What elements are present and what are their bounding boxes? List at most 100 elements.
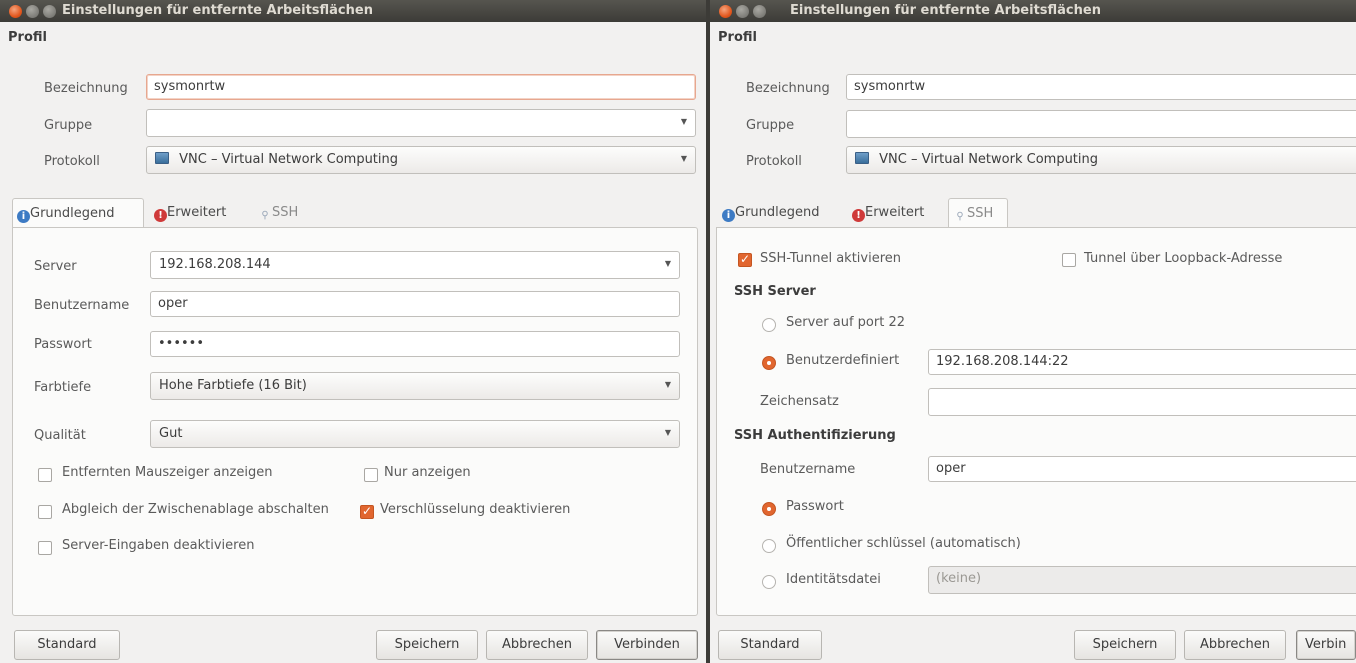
view-only-checkbox[interactable]: [364, 468, 378, 482]
error-icon: !: [852, 209, 865, 222]
ssh-tunnel-checkbox[interactable]: [738, 252, 752, 267]
close-window-button[interactable]: [719, 5, 732, 18]
tab-advanced[interactable]: ! Erweitert: [848, 198, 930, 228]
chevron-down-icon: ▼: [680, 117, 687, 126]
depth-label: Farbtiefe: [34, 380, 92, 395]
charset-combo[interactable]: [928, 388, 1356, 416]
auth-password-label: Passwort: [786, 499, 844, 514]
server-combo[interactable]: 192.168.208.144 ▼: [150, 251, 680, 279]
tab-advanced-label: Erweitert: [865, 205, 925, 220]
info-icon: i: [17, 210, 30, 223]
disable-clipboard-sync-checkbox[interactable]: [38, 505, 52, 519]
save-button[interactable]: Speichern: [376, 630, 478, 660]
minimize-window-button[interactable]: [26, 5, 39, 18]
titlebar: Einstellungen für entfernte Arbeitsfläch…: [0, 0, 706, 22]
chevron-down-icon: ▼: [664, 380, 671, 389]
auth-identity-radio[interactable]: [762, 575, 776, 589]
group-combo[interactable]: ▼: [146, 109, 696, 137]
tab-basic-label: Grundlegend: [735, 205, 820, 220]
ssh-auth-section-title: SSH Authentifizierung: [734, 428, 896, 443]
disable-server-input-checkbox[interactable]: [38, 541, 52, 555]
quality-combo[interactable]: Gut ▼: [150, 420, 680, 448]
custom-server-input[interactable]: 192.168.208.144:22: [928, 349, 1356, 375]
settings-window-left: Einstellungen für entfernte Arbeitsfläch…: [0, 0, 706, 663]
disable-server-input-label: Server-Eingaben deaktivieren: [62, 538, 255, 553]
password-input[interactable]: ••••••: [150, 331, 680, 357]
key-icon: ⚲: [956, 211, 964, 222]
disable-encryption-label: Verschlüsselung deaktivieren: [380, 502, 571, 517]
view-only-label: Nur anzeigen: [384, 465, 471, 480]
tab-advanced-label: Erweitert: [167, 205, 227, 220]
minimize-window-button[interactable]: [736, 5, 749, 18]
tab-ssh[interactable]: ⚲ SSH: [254, 198, 304, 228]
monitor-icon: [855, 152, 869, 164]
show-remote-cursor-checkbox[interactable]: [38, 468, 52, 482]
tab-basic-label: Grundlegend: [30, 206, 115, 221]
error-icon: !: [154, 209, 167, 222]
name-input[interactable]: sysmonrtw: [146, 74, 696, 100]
name-label: Bezeichnung: [746, 81, 830, 96]
identity-file-chooser[interactable]: (keine): [928, 566, 1356, 594]
server-port22-radio[interactable]: [762, 318, 776, 332]
save-button[interactable]: Speichern: [1074, 630, 1176, 660]
name-input[interactable]: sysmonrtw: [846, 74, 1356, 100]
username-label: Benutzername: [34, 298, 130, 313]
custom-server-radio[interactable]: [762, 356, 776, 370]
window-title: Einstellungen für entfernte Arbeitsfläch…: [790, 3, 1101, 18]
server-port22-label: Server auf port 22: [786, 315, 905, 330]
maximize-window-button[interactable]: [43, 5, 56, 18]
protocol-combo[interactable]: VNC – Virtual Network Computing: [846, 146, 1356, 174]
monitor-icon: [155, 152, 169, 164]
tab-advanced[interactable]: ! Erweitert: [150, 198, 232, 228]
auth-identity-label: Identitätsdatei: [786, 572, 881, 587]
ssh-tunnel-label: SSH-Tunnel aktivieren: [760, 251, 902, 266]
key-icon: ⚲: [261, 210, 269, 221]
maximize-window-button[interactable]: [753, 5, 766, 18]
loopback-checkbox[interactable]: [1062, 253, 1076, 267]
standard-button[interactable]: Standard: [718, 630, 822, 660]
connect-button[interactable]: Verbin: [1296, 630, 1356, 660]
cancel-button[interactable]: Abbrechen: [1184, 630, 1286, 660]
protocol-value: VNC – Virtual Network Computing: [179, 152, 399, 167]
tab-basic[interactable]: i Grundlegend: [12, 198, 144, 228]
profile-section-title: Profil: [718, 30, 757, 45]
standard-button[interactable]: Standard: [14, 630, 120, 660]
group-label: Gruppe: [44, 118, 93, 133]
ssh-server-section-title: SSH Server: [734, 284, 816, 299]
quality-value: Gut: [159, 426, 183, 441]
username-input[interactable]: oper: [150, 291, 680, 317]
titlebar: Einstellungen für entfernte Arbeitsfläch…: [710, 0, 1356, 22]
disable-clipboard-sync-label: Abgleich der Zwischenablage abschalten: [62, 502, 329, 517]
name-label: Bezeichnung: [44, 81, 128, 96]
window-title: Einstellungen für entfernte Arbeitsfläch…: [62, 3, 373, 18]
depth-value: Hohe Farbtiefe (16 Bit): [159, 378, 307, 393]
chevron-down-icon: ▼: [680, 154, 687, 163]
group-combo[interactable]: [846, 110, 1356, 138]
tab-ssh-label: SSH: [272, 205, 299, 220]
tab-basic[interactable]: i Grundlegend: [718, 198, 826, 228]
auth-pubkey-label: Öffentlicher schlüssel (automatisch): [786, 536, 1021, 551]
ssh-username-input[interactable]: oper: [928, 456, 1356, 482]
disable-encryption-checkbox[interactable]: [360, 504, 374, 519]
profile-section-title: Profil: [8, 30, 47, 45]
tab-ssh-label: SSH: [967, 206, 994, 221]
quality-label: Qualität: [34, 428, 86, 443]
close-window-button[interactable]: [9, 5, 22, 18]
protocol-label: Protokoll: [44, 154, 100, 169]
ssh-username-label: Benutzername: [760, 462, 856, 477]
auth-pubkey-radio[interactable]: [762, 539, 776, 553]
chevron-down-icon: ▼: [664, 428, 671, 437]
info-icon: i: [722, 209, 735, 222]
cancel-button[interactable]: Abbrechen: [486, 630, 588, 660]
protocol-label: Protokoll: [746, 154, 802, 169]
password-label: Passwort: [34, 337, 92, 352]
tab-ssh[interactable]: ⚲ SSH: [948, 198, 1008, 228]
protocol-combo[interactable]: VNC – Virtual Network Computing ▼: [146, 146, 696, 174]
server-label: Server: [34, 259, 77, 274]
group-label: Gruppe: [746, 118, 795, 133]
depth-combo[interactable]: Hohe Farbtiefe (16 Bit) ▼: [150, 372, 680, 400]
auth-password-radio[interactable]: [762, 502, 776, 516]
connect-button[interactable]: Verbinden: [596, 630, 698, 660]
custom-server-label: Benutzerdefiniert: [786, 353, 900, 368]
charset-label: Zeichensatz: [760, 394, 839, 409]
